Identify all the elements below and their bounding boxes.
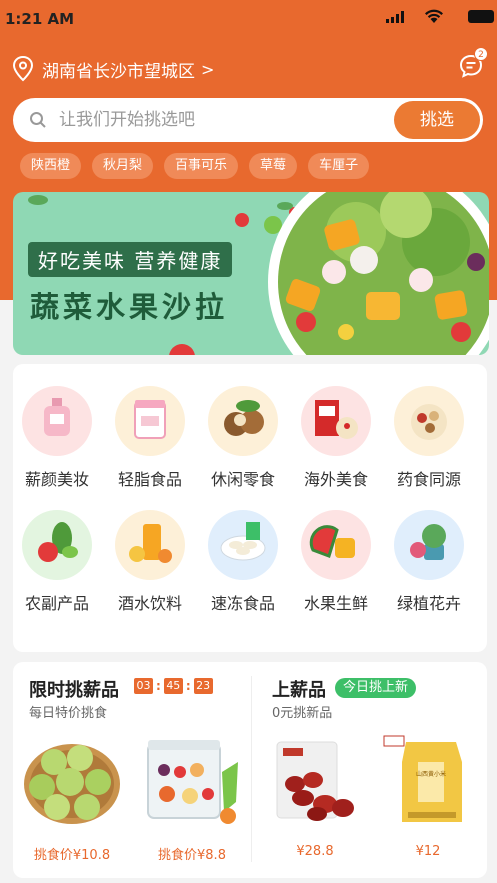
- hot-tag[interactable]: 秋月梨: [92, 153, 154, 179]
- chevron-right-icon: >: [201, 59, 215, 79]
- location-pin-icon: [12, 56, 34, 82]
- product-price: ¥12: [415, 844, 441, 859]
- macadamia-nut-icon: [208, 386, 278, 456]
- flash-sale-subtitle: 每日特价挑食: [29, 706, 108, 721]
- category-label: 休闲零食: [210, 470, 275, 489]
- category-item[interactable]: 绿植花卉: [385, 510, 473, 614]
- new-arrivals-badge: 今日挑上新: [335, 678, 417, 698]
- category-item[interactable]: 休闲零食: [199, 386, 287, 490]
- search-bar: 挑选: [13, 98, 483, 142]
- location-selector[interactable]: 湖南省长沙市望城区 >: [12, 56, 214, 82]
- millet-bag-image: 山西黄小米: [383, 735, 462, 822]
- fruit-box-image: [147, 740, 238, 824]
- promo-banner[interactable]: 好吃美味 营养健康 蔬菜水果沙拉: [13, 192, 489, 355]
- category-item[interactable]: 薪颜美妆: [13, 386, 101, 490]
- battery-icon: [468, 10, 494, 23]
- product-card[interactable]: 挑食价¥10.8: [17, 732, 127, 863]
- category-label: 海外美食: [303, 470, 368, 489]
- flash-sale-title[interactable]: 限时挑薪品: [29, 676, 119, 702]
- hot-tag[interactable]: 草莓: [249, 153, 298, 179]
- tomato-decoration: [169, 344, 195, 355]
- category-item[interactable]: 农副产品: [13, 510, 101, 614]
- product-price: 挑食价¥8.8: [158, 848, 226, 863]
- product-price: ¥28.8: [296, 844, 334, 859]
- new-arrivals-title[interactable]: 上薪品: [272, 676, 326, 702]
- juice-glass-icon: [115, 510, 185, 580]
- product-price: 挑食价¥10.8: [33, 848, 111, 863]
- category-grid: 薪颜美妆 轻脂食品 休闲零食 海外美食 药食同源农副产品 酒水饮料 速冻食品 水果生鲜 绿植花卉: [13, 364, 487, 652]
- category-label: 药食同源: [396, 470, 461, 489]
- hot-tag[interactable]: 车厘子: [308, 153, 370, 179]
- product-card[interactable]: ¥28.8: [260, 732, 370, 859]
- status-time: 1:21 AM: [5, 10, 75, 28]
- status-bar: 1:21 AM: [0, 0, 497, 36]
- timer-separator: :: [185, 679, 191, 693]
- category-item[interactable]: 酒水饮料: [106, 510, 194, 614]
- category-label: 轻脂食品: [117, 470, 182, 489]
- category-label: 水果生鲜: [303, 594, 368, 613]
- salad-bowl-image: [268, 192, 489, 355]
- countdown-timer: 03 : 45 : 23: [134, 678, 213, 694]
- product-card[interactable]: 挑食价¥8.8: [137, 732, 247, 863]
- watermelon-mango-icon: [301, 510, 371, 580]
- wifi-icon: [425, 9, 443, 23]
- category-item[interactable]: 药食同源: [385, 386, 473, 490]
- search-submit-button[interactable]: 挑选: [394, 101, 480, 139]
- category-item[interactable]: 水果生鲜: [292, 510, 380, 614]
- category-label: 绿植花卉: [396, 594, 461, 613]
- perfume-icon: [22, 386, 92, 456]
- deals-section: 限时挑薪品 03 : 45 : 23 每日特价挑食 上薪品 今日挑上新 0元挑新…: [13, 662, 487, 878]
- hot-tag[interactable]: 百事可乐: [164, 153, 239, 179]
- category-label: 薪颜美妆: [24, 470, 89, 489]
- category-item[interactable]: 速冻食品: [199, 510, 287, 614]
- supplement-jar-icon: [115, 386, 185, 456]
- timer-minutes: 45: [163, 678, 183, 694]
- message-count-badge: 2: [474, 47, 488, 61]
- hot-search-tags: 陕西橙 秋月梨 百事可乐 草莓 车厘子: [20, 153, 370, 179]
- potted-plant-icon: [394, 510, 464, 580]
- search-input[interactable]: [59, 110, 379, 130]
- red-dates-bag-image: [276, 741, 354, 821]
- category-label: 酒水饮料: [117, 594, 182, 613]
- dumplings-icon: [208, 510, 278, 580]
- timer-separator: :: [156, 679, 161, 693]
- banner-title: 蔬菜水果沙拉: [30, 290, 229, 324]
- pear-basket-image: [24, 744, 120, 824]
- millet-package-text: 山西黄小米: [416, 770, 446, 778]
- cereal-box-icon: [301, 386, 371, 456]
- category-label: 农副产品: [24, 594, 89, 613]
- vegetables-icon: [22, 510, 92, 580]
- cellular-signal-icon: [386, 11, 404, 23]
- banner-slogan: 好吃美味 营养健康: [28, 242, 233, 277]
- timer-seconds: 23: [193, 678, 213, 694]
- category-label: 速冻食品: [210, 594, 275, 613]
- product-card[interactable]: 山西黄小米 ¥12: [373, 732, 483, 859]
- herbal-bowl-icon: [394, 386, 464, 456]
- new-arrivals-subtitle: 0元挑新品: [272, 706, 333, 721]
- location-address: 湖南省长沙市望城区: [42, 61, 195, 82]
- category-item[interactable]: 海外美食: [292, 386, 380, 490]
- search-icon: [30, 112, 46, 128]
- message-button[interactable]: 2: [458, 47, 488, 79]
- section-divider: [251, 676, 252, 862]
- category-item[interactable]: 轻脂食品: [106, 386, 194, 490]
- timer-hours: 03: [134, 678, 153, 694]
- hot-tag[interactable]: 陕西橙: [20, 153, 82, 179]
